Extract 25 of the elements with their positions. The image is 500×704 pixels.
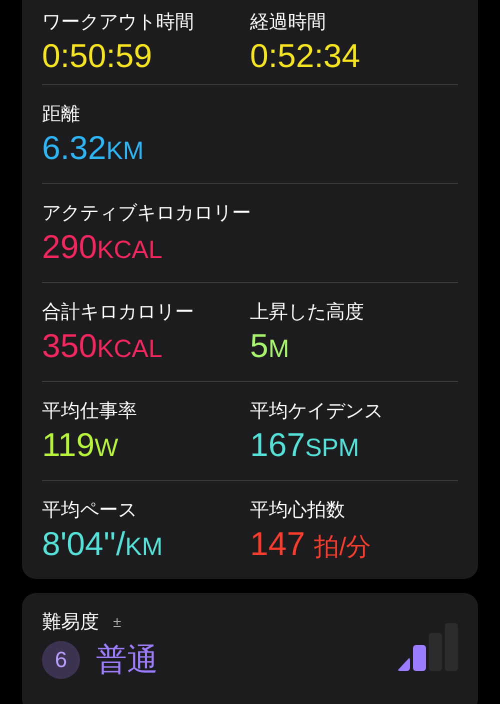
metric-label: 合計キロカロリー [42, 301, 194, 325]
metric-label: 距離 [42, 103, 80, 127]
metric-value: 8'04''/KM [42, 525, 163, 563]
metric-value: 167SPM [250, 426, 360, 464]
difficulty-score: 6 [42, 641, 80, 679]
metric-label: 平均ペース [42, 499, 137, 523]
plus-minus-symbol[interactable]: ± [113, 614, 122, 630]
metric-value: 350KCAL [42, 327, 162, 365]
metric-value: 147 拍/分 [250, 525, 372, 563]
metric-label: 平均ケイデンス [250, 400, 383, 424]
metric-value: 0:50:59 [42, 37, 152, 75]
metric-value: 5M [250, 327, 290, 365]
difficulty-meter-icon [397, 621, 458, 671]
metric-label: 上昇した高度 [250, 301, 364, 325]
metric-value: 290KCAL [42, 228, 162, 266]
metric-label: 平均仕事率 [42, 400, 137, 424]
metric-value: 6.32KM [42, 129, 144, 167]
metric-label: アクティブキロカロリー [42, 202, 251, 226]
difficulty-text: 普通 [96, 641, 158, 679]
metric-value: 119W [42, 426, 118, 464]
metric-label: 平均心拍数 [250, 499, 345, 523]
metric-label: 経過時間 [250, 11, 326, 35]
difficulty-label: 難易度 [42, 611, 99, 635]
metric-label: ワークアウト時間 [42, 11, 194, 35]
metric-value: 0:52:34 [250, 37, 360, 75]
